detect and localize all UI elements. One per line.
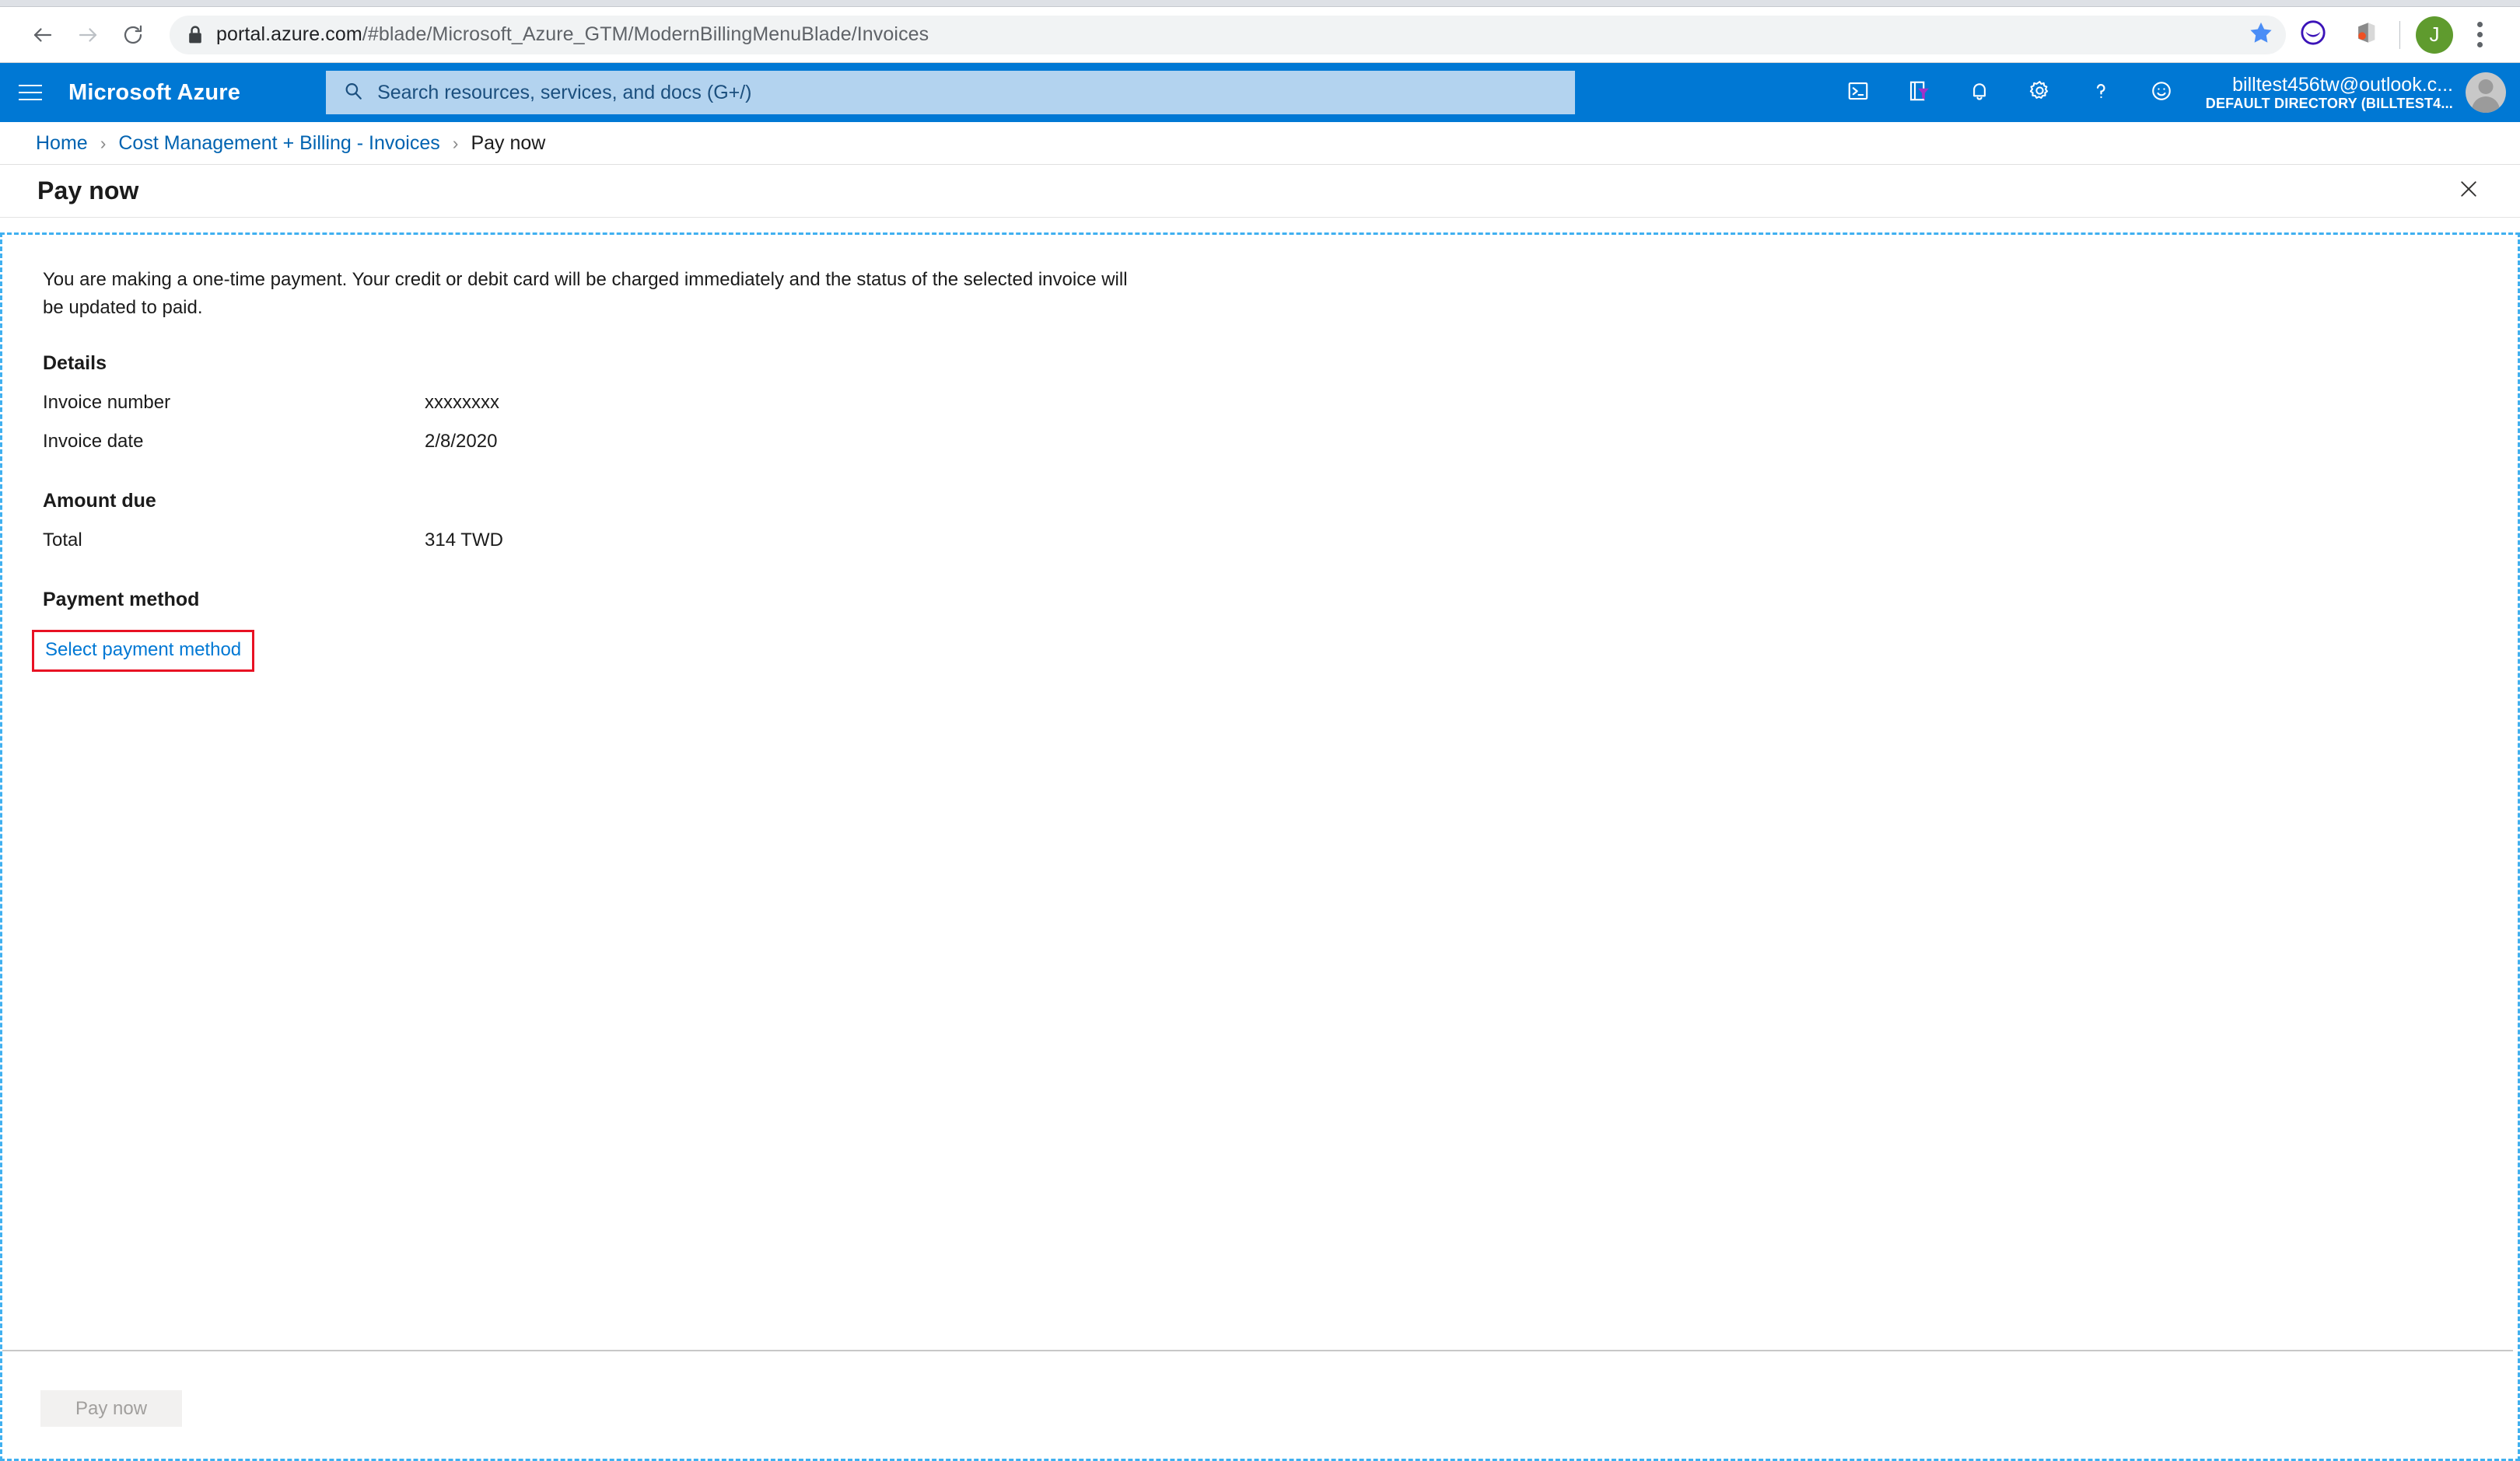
hamburger-menu-icon bbox=[19, 92, 42, 93]
footer-separator bbox=[2, 1350, 2513, 1351]
payment-method-heading: Payment method bbox=[43, 588, 200, 610]
portal-menu-button[interactable] bbox=[0, 63, 61, 122]
forward-arrow-icon bbox=[76, 23, 100, 47]
breadcrumb: Home › Cost Management + Billing - Invoi… bbox=[0, 122, 2520, 165]
feedback-smiley-icon bbox=[2150, 79, 2173, 107]
dark-reader-extension-button[interactable] bbox=[2291, 12, 2336, 58]
forward-button[interactable] bbox=[65, 12, 110, 58]
profile-button[interactable]: J bbox=[2416, 16, 2453, 54]
url-path: /#blade/Microsoft_Azure_GTM/ModernBillin… bbox=[362, 23, 929, 45]
settings-button[interactable] bbox=[2010, 63, 2070, 122]
help-button[interactable] bbox=[2070, 63, 2131, 122]
kebab-menu-icon bbox=[2476, 22, 2483, 27]
breadcrumb-item-home[interactable]: Home bbox=[36, 132, 88, 155]
total-value: 314 TWD bbox=[425, 529, 503, 550]
azure-header-actions: billtest456tw@outlook.c... DEFAULT DIREC… bbox=[1828, 63, 2520, 122]
invoice-number-label: Invoice number bbox=[43, 391, 171, 413]
detail-row-invoice-number: Invoice number xxxxxxxx bbox=[43, 392, 2518, 414]
reload-icon bbox=[121, 23, 145, 47]
amount-row-total: Total 314 TWD bbox=[43, 530, 2518, 551]
profile-initial: J bbox=[2429, 23, 2440, 46]
cloud-shell-icon bbox=[1846, 79, 1870, 107]
browser-toolbar: portal.azure.com/#blade/Microsoft_Azure_… bbox=[0, 7, 2520, 63]
select-payment-method-highlight: Select payment method bbox=[32, 629, 255, 672]
details-heading: Details bbox=[43, 351, 107, 374]
pay-now-content-region: You are making a one-time payment. Your … bbox=[0, 232, 2520, 1461]
directory-filter-button[interactable] bbox=[1888, 63, 1949, 122]
invoice-number-value: xxxxxxxx bbox=[425, 391, 499, 413]
breadcrumb-separator: › bbox=[452, 132, 459, 153]
pay-now-button[interactable]: Pay now bbox=[40, 1390, 182, 1427]
back-arrow-icon bbox=[31, 23, 54, 47]
browser-tab-strip bbox=[0, 0, 2520, 7]
invoice-date-label: Invoice date bbox=[43, 430, 144, 452]
close-icon bbox=[2458, 178, 2480, 204]
help-question-icon bbox=[2089, 79, 2112, 107]
cloud-shell-button[interactable] bbox=[1828, 63, 1888, 122]
account-email: billtest456tw@outlook.c... bbox=[2232, 73, 2453, 96]
office-extension-button[interactable] bbox=[2343, 12, 2389, 58]
close-blade-button[interactable] bbox=[2450, 173, 2487, 210]
back-button[interactable] bbox=[20, 12, 65, 58]
address-bar-url: portal.azure.com/#blade/Microsoft_Azure_… bbox=[216, 23, 929, 46]
office-extension-icon bbox=[2353, 19, 2379, 50]
url-domain: portal.azure.com bbox=[216, 23, 362, 45]
page-title: Pay now bbox=[37, 177, 139, 204]
hamburger-menu-icon bbox=[19, 99, 42, 100]
account-info[interactable]: billtest456tw@outlook.c... DEFAULT DIREC… bbox=[2206, 74, 2453, 111]
account-directory: DEFAULT DIRECTORY (BILLTEST4... bbox=[2205, 95, 2453, 111]
azure-top-bar: Microsoft Azure Search resources, servic… bbox=[0, 63, 2520, 122]
dark-reader-icon bbox=[2300, 19, 2326, 50]
global-search-placeholder: Search resources, services, and docs (G+… bbox=[377, 81, 752, 103]
bookmark-button[interactable] bbox=[2239, 13, 2283, 57]
notifications-bell-icon bbox=[1968, 79, 1991, 107]
intro-text: You are making a one-time payment. Your … bbox=[43, 269, 1128, 319]
bookmark-star-icon bbox=[2249, 20, 2273, 49]
detail-row-invoice-date: Invoice date 2/8/2020 bbox=[43, 431, 2518, 453]
breadcrumb-separator: › bbox=[100, 132, 107, 153]
breadcrumb-item-cost-management-billing-invoices[interactable]: Cost Management + Billing - Invoices bbox=[118, 132, 439, 155]
invoice-date-value: 2/8/2020 bbox=[425, 430, 498, 452]
address-bar[interactable]: portal.azure.com/#blade/Microsoft_Azure_… bbox=[170, 15, 2286, 54]
azure-brand-title[interactable]: Microsoft Azure bbox=[68, 80, 240, 106]
select-payment-method-link[interactable]: Select payment method bbox=[45, 639, 241, 660]
global-search-input[interactable]: Search resources, services, and docs (G+… bbox=[326, 71, 1576, 114]
reload-button[interactable] bbox=[110, 12, 156, 58]
directory-filter-icon bbox=[1907, 79, 1930, 107]
toolbar-divider bbox=[2399, 20, 2400, 49]
hamburger-menu-icon bbox=[19, 85, 42, 86]
total-label: Total bbox=[43, 529, 82, 550]
breadcrumb-item-pay-now: Pay now bbox=[471, 131, 546, 154]
search-icon bbox=[343, 81, 363, 105]
kebab-menu-icon bbox=[2476, 32, 2483, 37]
feedback-button[interactable] bbox=[2131, 63, 2192, 122]
kebab-menu-icon bbox=[2476, 42, 2483, 47]
user-avatar-icon[interactable] bbox=[2466, 72, 2506, 113]
browser-menu-button[interactable] bbox=[2459, 13, 2500, 57]
notifications-button[interactable] bbox=[1949, 63, 2010, 122]
blade-header: Pay now bbox=[0, 165, 2520, 218]
amount-due-heading: Amount due bbox=[43, 489, 156, 512]
lock-icon bbox=[187, 25, 204, 45]
settings-gear-icon bbox=[2028, 79, 2052, 107]
